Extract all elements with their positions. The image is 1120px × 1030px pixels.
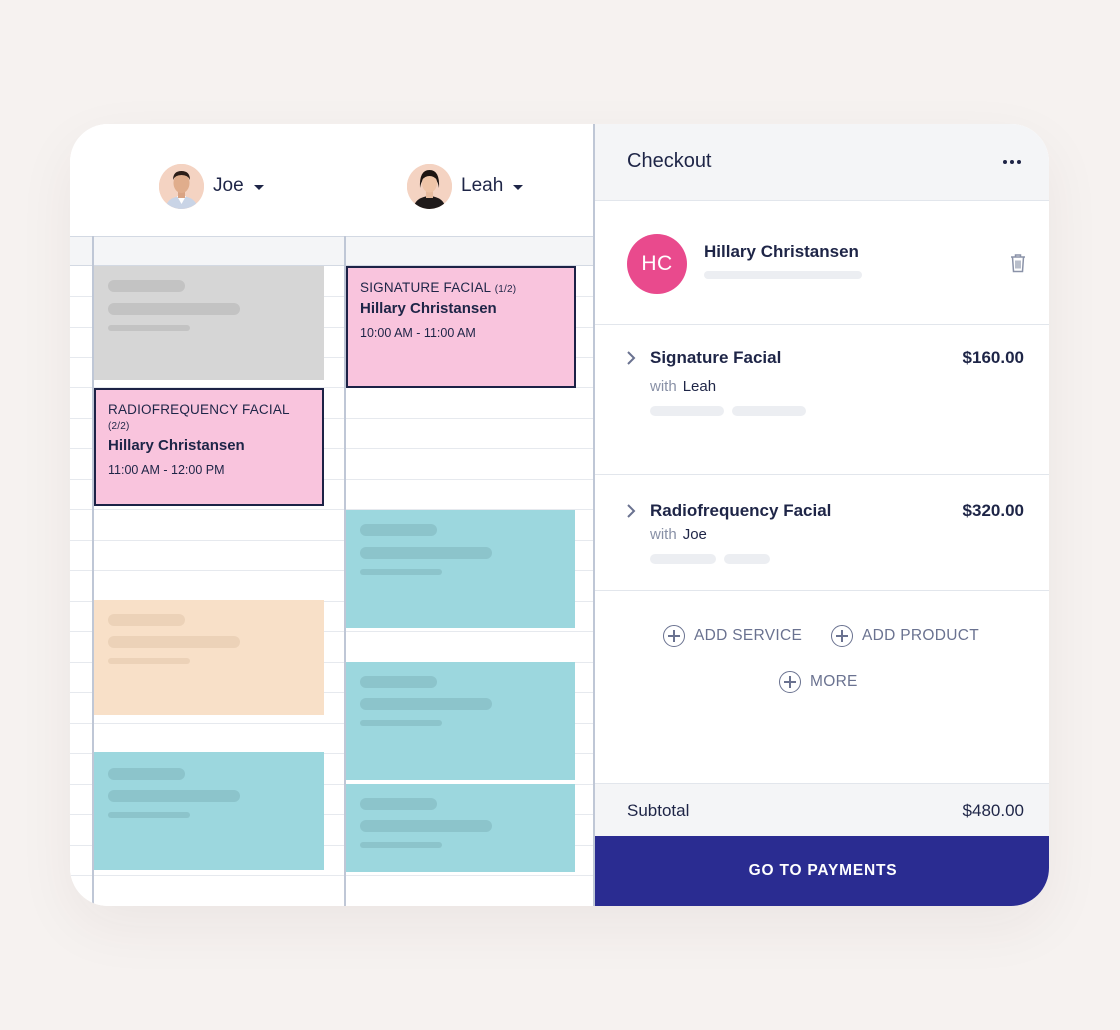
subtotal-label: Subtotal (627, 801, 690, 820)
service-price: $320.00 (962, 501, 1024, 520)
service-name: Radiofrequency Facial (650, 501, 832, 520)
checkout-actions: ADD SERVICE ADD PRODUCT MORE (595, 591, 1049, 783)
placeholder-appointment[interactable] (346, 510, 575, 628)
placeholder-appointment[interactable] (346, 662, 575, 780)
appointment-radiofrequency-facial[interactable]: RADIOFREQUENCY FACIAL (2/2) Hillary Chri… (94, 388, 324, 506)
all-day-row (70, 237, 594, 266)
avatar (159, 163, 204, 209)
client-row: HC Hillary Christansen (595, 201, 1049, 325)
staff-name: Joe (213, 175, 244, 196)
appointment-client: Hillary Christansen (108, 437, 245, 454)
go-to-payments-button[interactable]: GO TO PAYMENTS (595, 836, 1049, 906)
staff-name: Leah (461, 175, 504, 196)
appointment-signature-facial[interactable]: SIGNATURE FACIAL (1/2) Hillary Christans… (346, 266, 576, 388)
appointment-time: 11:00 AM - 12:00 PM (108, 463, 225, 477)
add-product-button[interactable]: ADD PRODUCT (831, 625, 979, 647)
more-button[interactable]: MORE (779, 671, 858, 693)
plus-circle-icon (779, 671, 801, 693)
calendar-panel: Joe Leah RADIOFREQUENCY FACIAL (2/2) Hil… (70, 124, 594, 906)
service-price: $160.00 (962, 348, 1024, 367)
placeholder-appointment[interactable] (346, 784, 575, 872)
placeholder-appointment[interactable] (94, 600, 324, 715)
appointment-service: RADIOFREQUENCY FACIAL (2/2) (108, 402, 290, 432)
checkout-title: Checkout (627, 150, 712, 172)
service-staff: with Leah (650, 378, 717, 395)
checkout-header: Checkout (595, 124, 1049, 201)
service-item-radiofrequency-facial: Radiofrequency Facial $320.00 with Joe (595, 475, 1049, 591)
plus-circle-icon (663, 625, 685, 647)
checkout-panel: Checkout HC Hillary Christansen Signatur… (593, 124, 1049, 906)
more-horizontal-icon[interactable] (1003, 160, 1021, 164)
appointment-service: SIGNATURE FACIAL (1/2) (360, 280, 517, 295)
chevron-down-icon (513, 184, 524, 190)
staff-selector-leah[interactable]: Leah (407, 163, 524, 209)
service-staff: with Joe (650, 526, 707, 543)
chevron-down-icon (253, 184, 264, 190)
placeholder-appointment[interactable] (94, 266, 324, 380)
more-label: MORE (810, 673, 858, 690)
subtotal-row: Subtotal $480.00 (595, 783, 1049, 837)
subtotal-value: $480.00 (962, 801, 1024, 820)
appointment-time: 10:00 AM - 11:00 AM (360, 326, 476, 340)
add-service-label: ADD SERVICE (694, 627, 803, 644)
app-card: Joe Leah RADIOFREQUENCY FACIAL (2/2) Hil… (70, 124, 1049, 906)
staff-selector-joe[interactable]: Joe (159, 163, 264, 209)
client-avatar: HC (627, 234, 687, 294)
add-service-button[interactable]: ADD SERVICE (663, 625, 802, 647)
trash-icon[interactable] (1009, 253, 1027, 273)
placeholder-appointment[interactable] (94, 752, 324, 870)
chevron-right-icon[interactable] (625, 350, 637, 366)
plus-circle-icon (831, 625, 853, 647)
add-product-label: ADD PRODUCT (862, 627, 979, 644)
service-item-signature-facial: Signature Facial $160.00 with Leah (595, 325, 1049, 475)
service-name: Signature Facial (650, 348, 782, 367)
calendar-header: Joe Leah (70, 124, 594, 237)
chevron-right-icon[interactable] (625, 503, 637, 519)
appointment-client: Hillary Christansen (360, 300, 497, 317)
client-name: Hillary Christansen (704, 242, 859, 261)
avatar (407, 163, 452, 209)
